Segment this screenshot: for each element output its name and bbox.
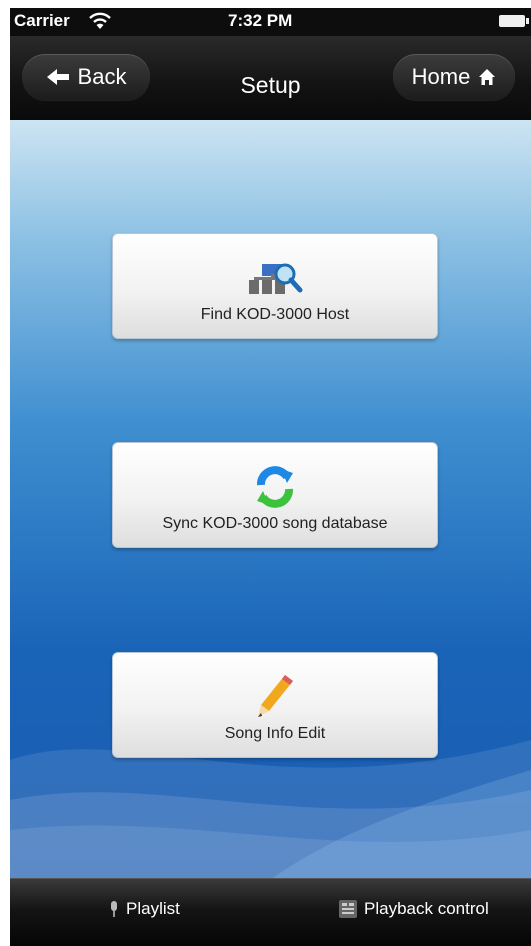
battery-icon	[499, 15, 529, 27]
house-icon	[479, 69, 496, 85]
tab-playback-control[interactable]: Playback control	[338, 899, 489, 919]
sync-database-button[interactable]: Sync KOD-3000 song database	[112, 442, 438, 548]
clock-time: 7:32 PM	[228, 11, 293, 30]
home-button-label: Home	[411, 64, 471, 89]
network-search-icon	[249, 263, 303, 294]
wifi-icon	[89, 12, 111, 29]
song-info-edit-button[interactable]: Song Info Edit	[112, 652, 438, 758]
tab-bar: Playlist Playback control	[10, 878, 531, 946]
pencil-icon	[258, 675, 293, 717]
sync-database-label: Sync KOD-3000 song database	[162, 515, 388, 532]
tab-playlist-label: Playlist	[126, 899, 180, 918]
song-info-edit-label: Song Info Edit	[224, 725, 326, 742]
home-button[interactable]: Home	[393, 54, 515, 100]
tab-playback-label: Playback control	[364, 899, 489, 918]
setup-content: Find KOD-3000 Host Sync KOD-3000 song da…	[10, 120, 531, 878]
microphone-icon	[111, 901, 117, 917]
playback-control-icon	[339, 900, 357, 918]
find-host-button[interactable]: Find KOD-3000 Host	[112, 233, 438, 339]
navigation-bar: Back Setup Home	[10, 36, 531, 121]
status-bar: Carrier 7:32 PM	[10, 8, 531, 36]
find-host-label: Find KOD-3000 Host	[200, 306, 350, 323]
app-screen: Carrier 7:32 PM Back Setup Home Find KOD…	[10, 8, 531, 946]
sync-icon	[257, 466, 293, 508]
carrier-label: Carrier	[14, 11, 70, 30]
tab-playlist[interactable]: Playlist	[108, 899, 180, 919]
